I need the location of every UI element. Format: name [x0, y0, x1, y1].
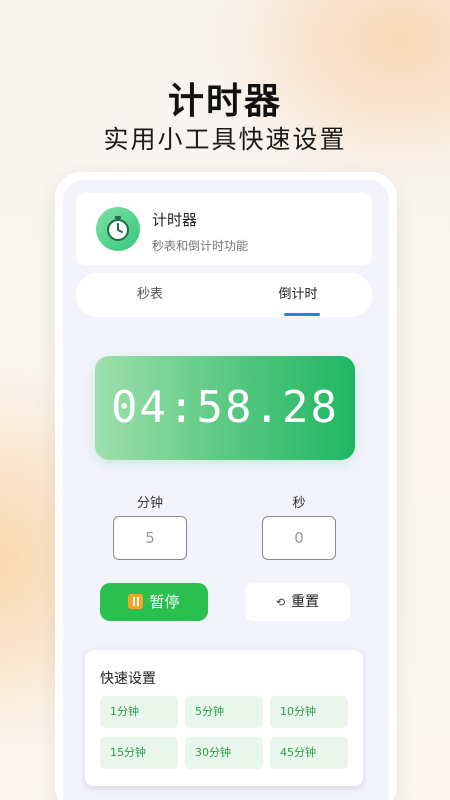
- preset-1min[interactable]: 1分钟: [100, 696, 178, 728]
- app-screen: 计时器 秒表和倒计时功能 秒表 倒计时 04:58.28 分钟 秒 5 0 暂停…: [63, 180, 389, 800]
- timer-readout: 04:58.28: [111, 382, 339, 433]
- app-name: 计时器: [152, 211, 198, 229]
- timer-display: 04:58.28: [95, 356, 355, 460]
- minutes-input[interactable]: 5: [113, 516, 187, 560]
- pause-button[interactable]: 暂停: [100, 583, 208, 621]
- minutes-label: 分钟: [136, 496, 163, 511]
- app-description: 秒表和倒计时功能: [152, 239, 249, 253]
- active-tab-indicator: [284, 313, 320, 316]
- preset-10min[interactable]: 10分钟: [270, 696, 348, 728]
- tab-countdown[interactable]: 倒计时: [224, 273, 372, 317]
- seconds-input[interactable]: 0: [262, 516, 336, 560]
- pause-icon: [128, 594, 144, 609]
- stopwatch-icon: [96, 207, 140, 251]
- reset-label: 重置: [291, 594, 320, 610]
- quick-settings-title: 快速设置: [100, 671, 156, 687]
- reset-icon: ⟲: [275, 596, 286, 609]
- promo-subtitle: 实用小工具快速设置: [103, 125, 347, 154]
- preset-5min[interactable]: 5分钟: [185, 696, 263, 728]
- preset-30min[interactable]: 30分钟: [185, 737, 263, 769]
- promo-title: 计时器: [167, 81, 282, 122]
- reset-button[interactable]: ⟲ 重置: [245, 583, 350, 621]
- quick-settings-card: 快速设置 1分钟 5分钟 10分钟 15分钟 30分钟 45分钟: [85, 650, 363, 786]
- preset-15min[interactable]: 15分钟: [100, 737, 178, 769]
- seconds-label: 秒: [292, 496, 306, 511]
- preset-45min[interactable]: 45分钟: [270, 737, 348, 769]
- phone-frame: 计时器 秒表和倒计时功能 秒表 倒计时 04:58.28 分钟 秒 5 0 暂停…: [55, 172, 397, 800]
- mode-tabs: 秒表 倒计时: [76, 273, 372, 317]
- tab-stopwatch[interactable]: 秒表: [76, 273, 224, 317]
- app-header-card: 计时器 秒表和倒计时功能: [76, 193, 372, 265]
- pause-label: 暂停: [149, 593, 180, 611]
